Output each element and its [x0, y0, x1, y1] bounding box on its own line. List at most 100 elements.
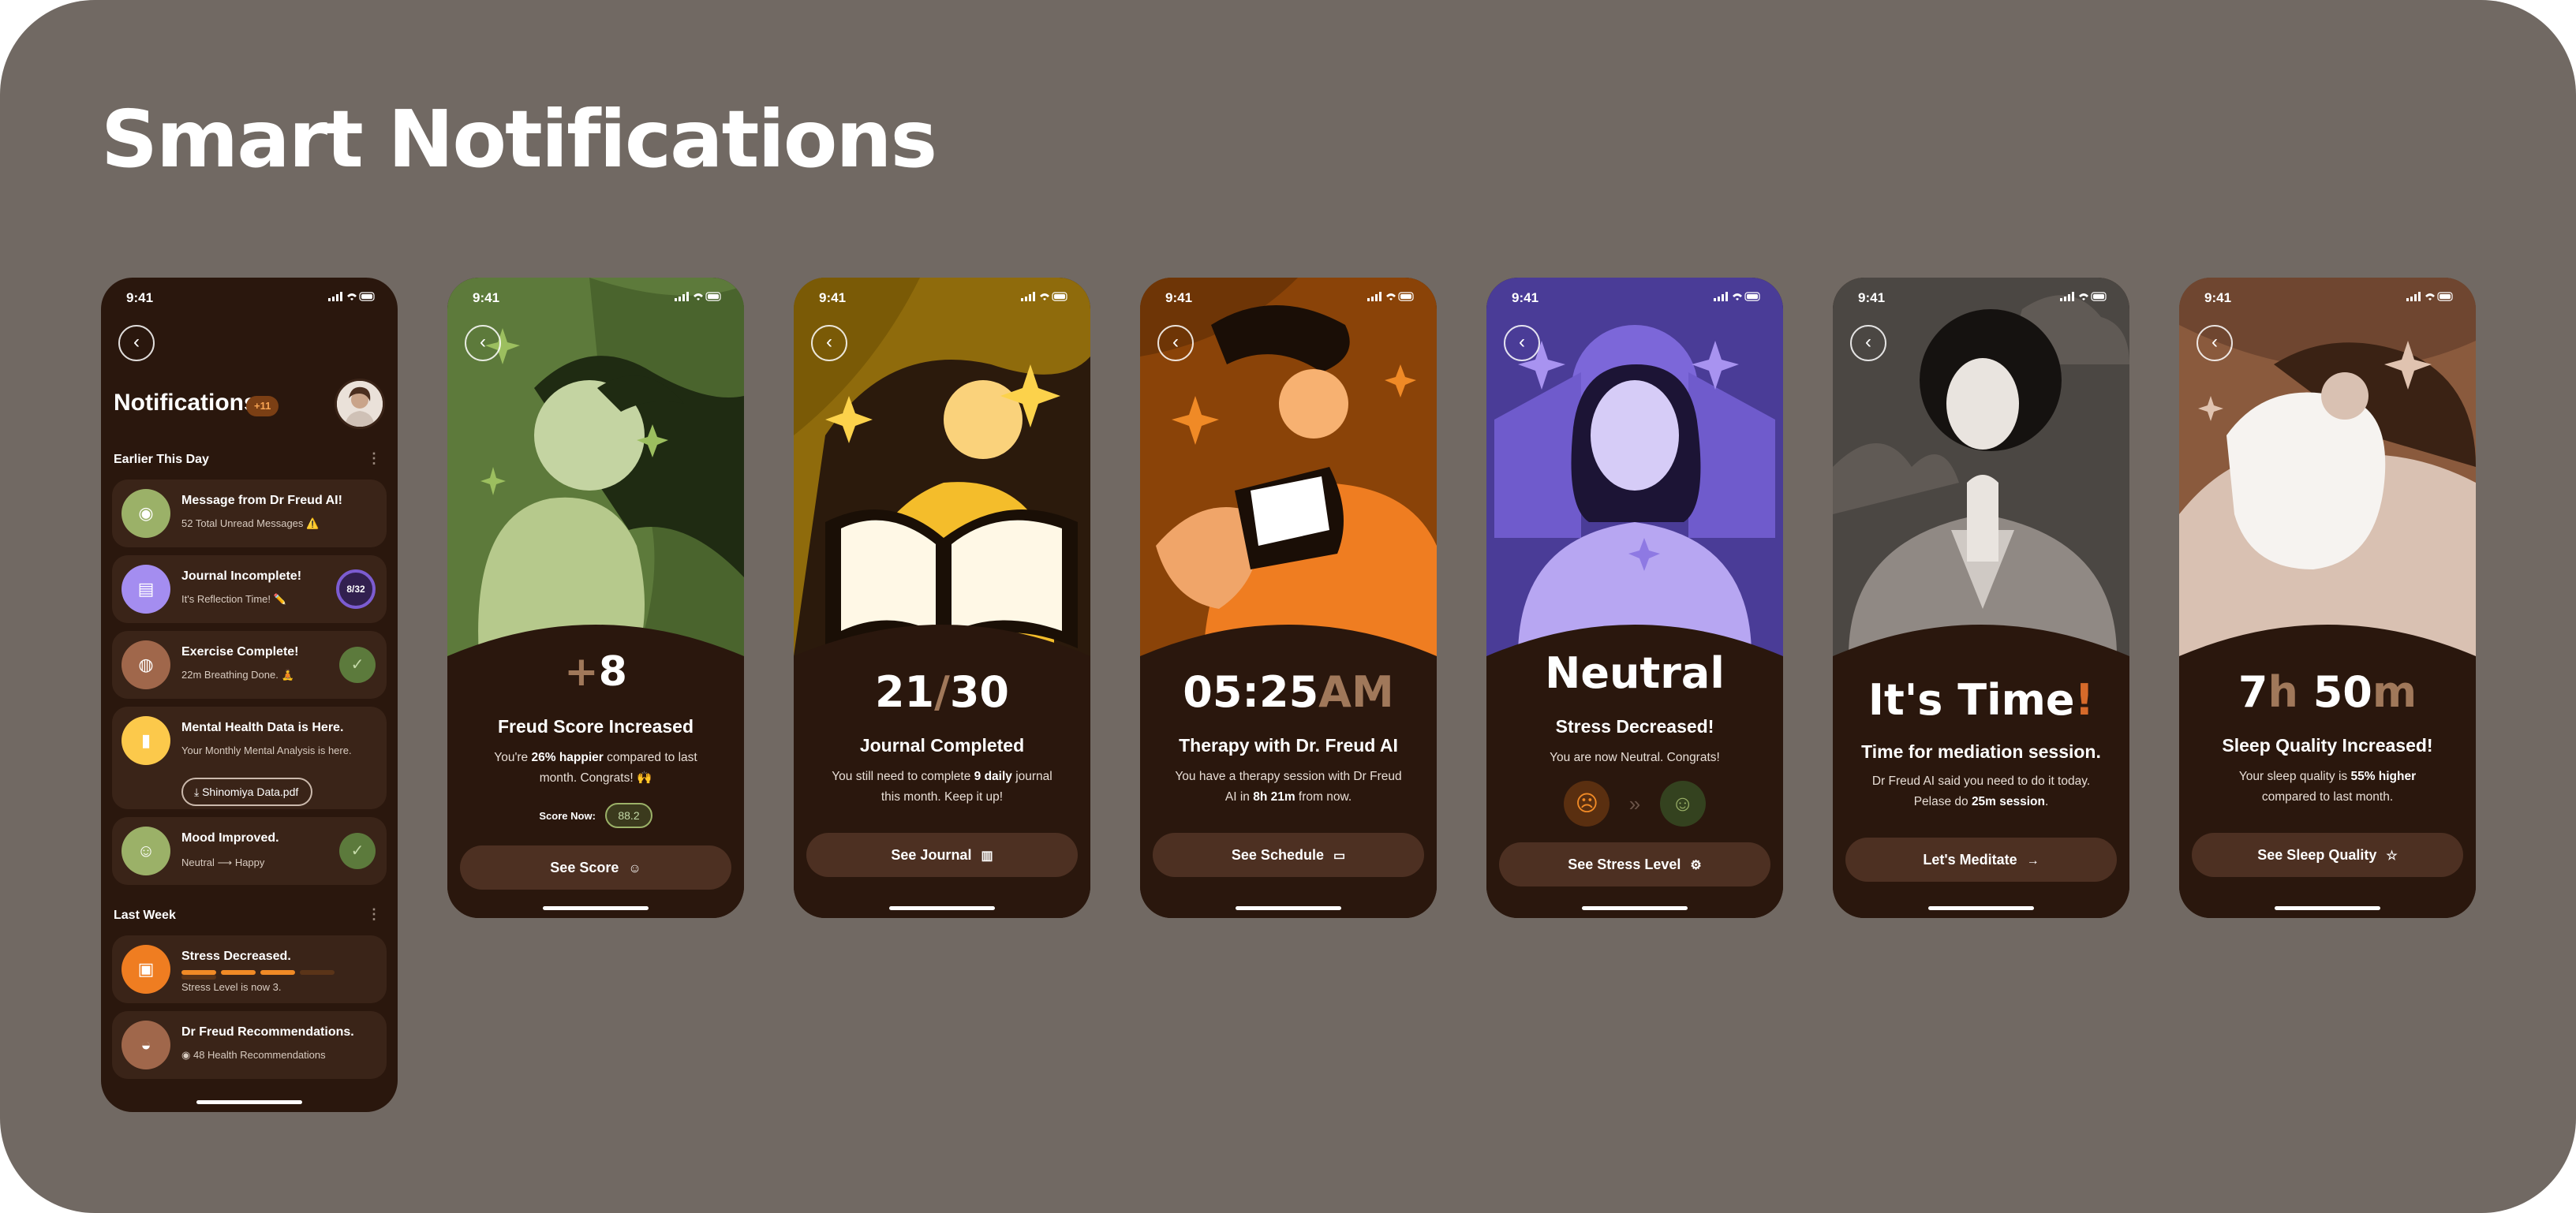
- notification-title: Therapy with Dr. Freud AI: [1179, 735, 1398, 756]
- home-indicator: [2275, 906, 2380, 910]
- notification-body: You are now Neutral. Congrats!: [1550, 751, 1720, 764]
- check-icon: ✓: [339, 833, 376, 869]
- time-headline: It's Time!: [1868, 675, 2095, 725]
- see-score-button[interactable]: See Score ☺: [460, 845, 731, 890]
- phone-freud-score: 9:41 ‹ +8 Freud Score Increased You're 2…: [447, 278, 744, 918]
- card-title: Mood Improved.: [181, 831, 279, 845]
- session-time: 05:25AM: [1183, 667, 1394, 717]
- notification-body: Your sleep quality is 55% higher compare…: [2238, 770, 2417, 804]
- card-title: Journal Incomplete!: [181, 569, 302, 583]
- notification-card-journal[interactable]: ▤ Journal Incomplete! It's Reflection Ti…: [112, 555, 387, 623]
- notification-body: Dr Freud AI said you need to do it today…: [1871, 774, 2091, 808]
- happy-face-icon: ☺: [1659, 781, 1706, 827]
- back-button[interactable]: ‹: [2197, 325, 2233, 361]
- back-button[interactable]: ‹: [1157, 325, 1194, 361]
- signal-wifi-battery-icon: [2406, 292, 2453, 301]
- card-subtitle: ◉ 48 Health Recommendations: [181, 1049, 326, 1061]
- card-title: Mental Health Data is Here.: [181, 721, 344, 734]
- signal-wifi-battery-icon: [2060, 292, 2107, 301]
- see-stress-level-button[interactable]: See Stress Level ⚙: [1499, 842, 1770, 886]
- card-subtitle: 52 Total Unread Messages ⚠️: [181, 517, 320, 529]
- status-time: 9:41: [1858, 290, 1886, 305]
- notification-body: You have a therapy session with Dr Freud…: [1175, 770, 1402, 804]
- status-bar: 9:41: [2179, 278, 2476, 312]
- unread-count-badge: +11: [246, 396, 279, 416]
- back-button[interactable]: ‹: [1504, 325, 1540, 361]
- mood-to: Happy: [234, 857, 265, 868]
- card-subtitle: Stress Level is now 3.: [181, 981, 282, 993]
- journal-icon: ▤: [122, 565, 170, 614]
- notification-card-stress[interactable]: ▣ Stress Decreased. Stress Level is now …: [112, 935, 387, 1003]
- bottom-panel-shape: [794, 625, 1090, 918]
- status-bar: 9:41: [101, 278, 398, 312]
- status-bar: 9:41: [1486, 278, 1783, 312]
- bottom-panel-shape: [1833, 625, 2129, 918]
- calendar-icon: ▭: [1333, 849, 1346, 863]
- avatar[interactable]: [335, 379, 385, 429]
- status-bar: 9:41: [794, 278, 1090, 312]
- section-earlier-label: Earlier This Day: [114, 453, 209, 466]
- download-icon: ⤓: [194, 786, 203, 798]
- notification-card-recommendations[interactable]: ◒ Dr Freud Recommendations. ◉ 48 Health …: [112, 1011, 387, 1079]
- more-options-icon[interactable]: ⋮: [367, 906, 382, 923]
- notification-title: Sleep Quality Increased!: [2222, 735, 2433, 756]
- score-label: Score Now:: [539, 810, 596, 822]
- journal-progress-ring: 8/32: [336, 569, 376, 609]
- status-time: 9:41: [819, 290, 847, 305]
- notification-card-exercise[interactable]: ◍ Exercise Complete! 22m Breathing Done.…: [112, 631, 387, 699]
- status-time: 9:41: [473, 290, 500, 305]
- stress-state: Neutral: [1545, 648, 1725, 698]
- status-bar: 9:41: [447, 278, 744, 312]
- notification-card-mood[interactable]: ☺ Mood Improved. Neutral ⟶ Happy ✓: [112, 817, 387, 885]
- journal-icon: ▥: [981, 849, 993, 863]
- bottom-panel-shape: [1140, 625, 1437, 918]
- card-subtitle: Your Monthly Mental Analysis is here.: [181, 745, 352, 756]
- status-time: 9:41: [126, 290, 154, 305]
- file-download-chip[interactable]: ⤓ Shinomiya Data.pdf: [181, 778, 313, 806]
- section-last-week-label: Last Week: [114, 909, 176, 922]
- journal-progress: 21/30: [874, 667, 1010, 717]
- brain-icon: ◒: [122, 1021, 170, 1069]
- phone-notifications: 9:41 ‹ Notifications +11 Earlier This Da…: [101, 278, 398, 1112]
- phone-meditate: 9:41 ‹ It's Time! Time for mediation ses…: [1833, 278, 2129, 918]
- mind-icon: ◍: [122, 640, 170, 689]
- back-button[interactable]: ‹: [1850, 325, 1886, 361]
- check-icon: ✓: [339, 647, 376, 683]
- lets-meditate-button[interactable]: Let's Meditate →: [1845, 838, 2117, 882]
- signal-wifi-battery-icon: [1021, 292, 1067, 301]
- signal-wifi-battery-icon: [675, 292, 721, 301]
- card-title: Stress Decreased.: [181, 950, 291, 963]
- notification-body: You're 26% happier compared to last mont…: [494, 751, 697, 785]
- back-button[interactable]: ‹: [465, 325, 501, 361]
- arrow-right-icon: ⟶: [217, 857, 233, 868]
- see-journal-button[interactable]: See Journal ▥: [806, 833, 1078, 877]
- stress-level-bar: [181, 970, 376, 980]
- sleep-duration: 7h 50m: [2238, 667, 2417, 717]
- signal-wifi-battery-icon: [1714, 292, 1760, 301]
- status-time: 9:41: [1165, 290, 1193, 305]
- card-title: Dr Freud Recommendations.: [181, 1025, 354, 1039]
- home-indicator: [1928, 906, 2034, 910]
- home-indicator: [196, 1100, 302, 1104]
- avatar-portrait-icon: [337, 381, 383, 427]
- chevrons-right-icon: »: [1628, 792, 1641, 816]
- notification-title: Journal Completed: [859, 735, 1025, 756]
- notification-card-message[interactable]: ◉ Message from Dr Freud AI! 52 Total Unr…: [112, 480, 387, 547]
- home-indicator: [1236, 906, 1341, 910]
- card-subtitle: It's Reflection Time! ✏️: [181, 593, 286, 605]
- signal-wifi-battery-icon: [1367, 292, 1414, 301]
- card-title: Exercise Complete!: [181, 645, 299, 659]
- back-button[interactable]: ‹: [118, 325, 155, 361]
- card-subtitle: 22m Breathing Done. 🧘: [181, 669, 294, 681]
- check-circle-icon: ◉: [181, 1049, 193, 1061]
- smile-icon: ☺: [122, 827, 170, 875]
- see-sleep-quality-button[interactable]: See Sleep Quality ☆: [2192, 833, 2463, 877]
- card-title: Message from Dr Freud AI!: [181, 494, 342, 507]
- more-options-icon[interactable]: ⋮: [367, 450, 382, 467]
- file-name: Shinomiya Data.pdf: [202, 786, 299, 798]
- score-delta: +8: [564, 648, 627, 696]
- see-schedule-button[interactable]: See Schedule ▭: [1153, 833, 1424, 877]
- score-icon: ☺: [628, 862, 641, 875]
- back-button[interactable]: ‹: [811, 325, 847, 361]
- notification-card-mental-data[interactable]: ▮ Mental Health Data is Here. Your Month…: [112, 707, 387, 809]
